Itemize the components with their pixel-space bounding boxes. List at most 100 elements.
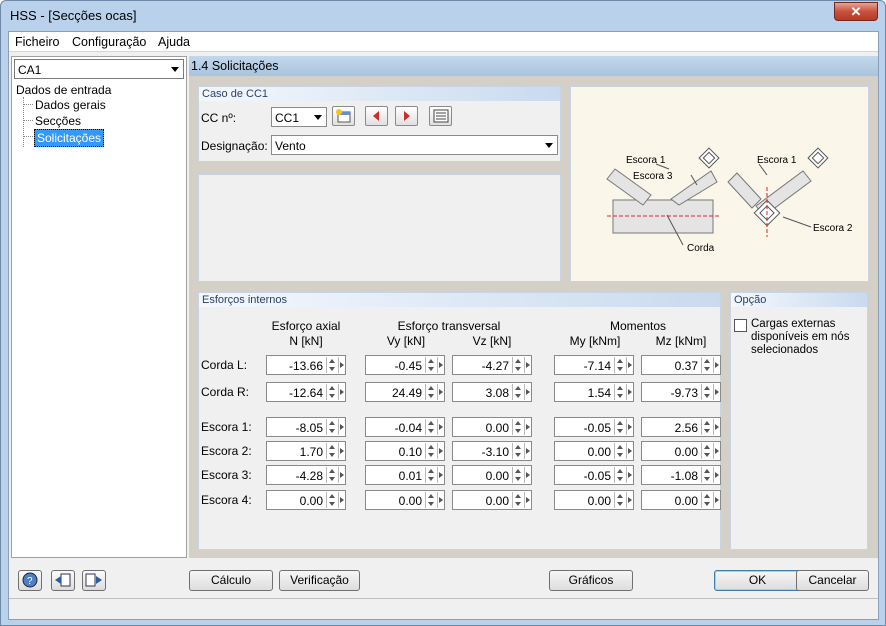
spinner-icon[interactable] [326,443,337,459]
spinner-icon[interactable] [614,443,625,459]
arrow-right-icon[interactable] [338,492,345,508]
graphics-button[interactable]: Gráficos [549,570,633,591]
arrow-right-icon[interactable] [338,443,345,459]
tree-item-dados-gerais[interactable]: Dados gerais [35,98,106,112]
force-value-field[interactable]: -0.04 [365,417,445,437]
arrow-right-icon[interactable] [713,467,720,483]
force-value-field[interactable]: 2.56 [641,417,721,437]
arrow-right-icon[interactable] [713,357,720,373]
spinner-icon[interactable] [425,467,436,483]
force-value-field[interactable]: -0.45 [365,355,445,375]
force-value-field[interactable]: 1.54 [554,382,634,402]
list-cases-button[interactable] [429,106,452,126]
spinner-icon[interactable] [512,357,523,373]
spinner-icon[interactable] [701,443,712,459]
spinner-icon[interactable] [425,357,436,373]
force-value-field[interactable]: -12.64 [266,382,346,402]
cancel-button[interactable]: Cancelar [796,570,869,591]
force-value-field[interactable]: 0.00 [641,490,721,510]
force-value-field[interactable]: 0.00 [266,490,346,510]
verification-button[interactable]: Verificação [279,570,360,591]
force-value-field[interactable]: -13.66 [266,355,346,375]
ok-button[interactable]: OK [714,570,801,591]
force-value-field[interactable]: 0.37 [641,355,721,375]
spinner-icon[interactable] [512,384,523,400]
spinner-icon[interactable] [425,492,436,508]
force-value-field[interactable]: 0.01 [365,465,445,485]
arrow-right-icon[interactable] [626,419,633,435]
import-button[interactable] [51,570,75,591]
tree-item-seccoes[interactable]: Secções [35,114,81,128]
force-value-field[interactable]: -7.14 [554,355,634,375]
force-value-field[interactable]: -9.73 [641,382,721,402]
force-value-field[interactable]: -8.05 [266,417,346,437]
arrow-right-icon[interactable] [626,384,633,400]
tree-item-solicitacoes[interactable]: Solicitações [34,129,105,147]
spinner-icon[interactable] [425,443,436,459]
spinner-icon[interactable] [512,443,523,459]
cc-select[interactable]: CC1 [271,107,327,127]
force-value-field[interactable]: -0.05 [554,465,634,485]
spinner-icon[interactable] [326,419,337,435]
arrow-right-icon[interactable] [338,357,345,373]
arrow-right-icon[interactable] [626,492,633,508]
spinner-icon[interactable] [701,419,712,435]
spinner-icon[interactable] [326,357,337,373]
spinner-icon[interactable] [326,384,337,400]
arrow-right-icon[interactable] [626,443,633,459]
spinner-icon[interactable] [614,384,625,400]
spinner-icon[interactable] [614,467,625,483]
menu-ficheiro[interactable]: Ficheiro [15,35,59,49]
arrow-right-icon[interactable] [437,467,444,483]
force-value-field[interactable]: 0.00 [452,417,532,437]
arrow-right-icon[interactable] [524,492,531,508]
previous-case-button[interactable] [365,106,388,126]
arrow-right-icon[interactable] [524,443,531,459]
arrow-right-icon[interactable] [437,492,444,508]
external-loads-checkbox[interactable] [734,319,747,332]
arrow-right-icon[interactable] [713,384,720,400]
force-value-field[interactable]: -3.10 [452,441,532,461]
force-value-field[interactable]: -0.05 [554,417,634,437]
spinner-icon[interactable] [512,419,523,435]
arrow-right-icon[interactable] [524,384,531,400]
spinner-icon[interactable] [512,467,523,483]
spinner-icon[interactable] [326,492,337,508]
force-value-field[interactable]: 0.00 [452,490,532,510]
force-value-field[interactable]: 0.00 [554,490,634,510]
spinner-icon[interactable] [425,384,436,400]
arrow-right-icon[interactable] [338,467,345,483]
arrow-right-icon[interactable] [713,443,720,459]
export-button[interactable] [82,570,106,591]
arrow-right-icon[interactable] [437,419,444,435]
arrow-right-icon[interactable] [338,384,345,400]
force-value-field[interactable]: 1.70 [266,441,346,461]
spinner-icon[interactable] [512,492,523,508]
spinner-icon[interactable] [701,492,712,508]
force-value-field[interactable]: 24.49 [365,382,445,402]
spinner-icon[interactable] [425,419,436,435]
force-value-field[interactable]: -4.28 [266,465,346,485]
close-button[interactable]: ✕ [834,2,878,21]
force-value-field[interactable]: 0.00 [452,465,532,485]
menu-ajuda[interactable]: Ajuda [158,35,190,49]
arrow-right-icon[interactable] [338,419,345,435]
menu-configuracao[interactable]: Configuração [72,35,146,49]
calculation-button[interactable]: Cálculo [189,570,273,591]
arrow-right-icon[interactable] [626,357,633,373]
arrow-right-icon[interactable] [437,443,444,459]
spinner-icon[interactable] [701,384,712,400]
spinner-icon[interactable] [326,467,337,483]
spinner-icon[interactable] [701,467,712,483]
force-value-field[interactable]: 0.00 [365,490,445,510]
arrow-right-icon[interactable] [713,492,720,508]
arrow-right-icon[interactable] [524,467,531,483]
designation-select[interactable]: Vento [271,135,558,155]
arrow-right-icon[interactable] [437,357,444,373]
tree-root[interactable]: Dados de entrada [16,83,111,97]
next-case-button[interactable] [395,106,418,126]
force-value-field[interactable]: -4.27 [452,355,532,375]
force-value-field[interactable]: 0.00 [641,441,721,461]
load-case-combo[interactable]: CA1 [14,59,184,79]
force-value-field[interactable]: 3.08 [452,382,532,402]
